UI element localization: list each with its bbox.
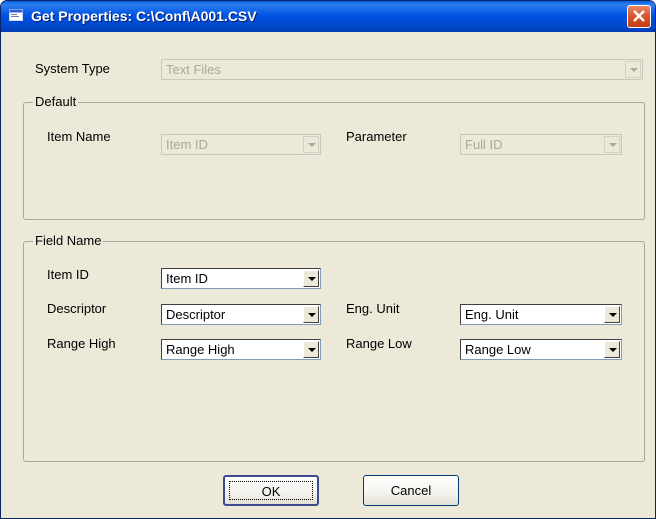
eng-unit-label: Eng. Unit <box>346 301 400 316</box>
chevron-down-icon <box>303 136 319 153</box>
cancel-button-label: Cancel <box>390 483 432 498</box>
chevron-down-icon[interactable] <box>604 306 620 323</box>
descriptor-select[interactable]: Descriptor <box>161 304 321 325</box>
app-window-icon <box>9 9 23 21</box>
focus-rectangle <box>229 481 313 500</box>
parameter-label: Parameter <box>346 129 407 144</box>
ok-button[interactable]: OK <box>223 475 319 506</box>
range-high-label: Range High <box>47 336 116 351</box>
range-low-value: Range Low <box>465 342 531 357</box>
item-id-label: Item ID <box>47 267 89 282</box>
cancel-button[interactable]: Cancel <box>363 475 459 506</box>
parameter-value: Full ID <box>465 137 503 152</box>
item-name-label: Item Name <box>47 129 111 144</box>
range-low-label: Range Low <box>346 336 412 351</box>
close-icon <box>633 10 645 22</box>
eng-unit-value: Eng. Unit <box>465 307 519 322</box>
chevron-down-icon[interactable] <box>604 341 620 358</box>
system-type-label: System Type <box>35 61 110 76</box>
window-title: Get Properties: C:\Conf\A001.CSV <box>31 8 257 24</box>
title-bar[interactable]: Get Properties: C:\Conf\A001.CSV <box>1 1 655 32</box>
system-type-select: Text Files <box>161 59 643 80</box>
default-group-title: Default <box>33 94 79 109</box>
chevron-down-icon[interactable] <box>303 341 319 358</box>
close-button[interactable] <box>627 5 651 28</box>
descriptor-label: Descriptor <box>47 301 107 316</box>
item-name-select: Item ID <box>161 134 321 155</box>
field-name-group-title: Field Name <box>33 233 104 248</box>
chevron-down-icon[interactable] <box>303 270 319 287</box>
range-high-select[interactable]: Range High <box>161 339 321 360</box>
eng-unit-select[interactable]: Eng. Unit <box>460 304 622 325</box>
parameter-select: Full ID <box>460 134 622 155</box>
system-type-value: Text Files <box>166 62 221 77</box>
item-id-select[interactable]: Item ID <box>161 268 321 289</box>
chevron-down-icon <box>604 136 620 153</box>
properties-dialog: Get Properties: C:\Conf\A001.CSV System … <box>0 0 656 519</box>
range-high-value: Range High <box>166 342 235 357</box>
chevron-down-icon[interactable] <box>303 306 319 323</box>
range-low-select[interactable]: Range Low <box>460 339 622 360</box>
descriptor-value: Descriptor <box>166 307 226 322</box>
chevron-down-icon <box>625 61 641 78</box>
item-id-value: Item ID <box>166 271 208 286</box>
default-group <box>23 102 645 220</box>
item-name-value: Item ID <box>166 137 208 152</box>
